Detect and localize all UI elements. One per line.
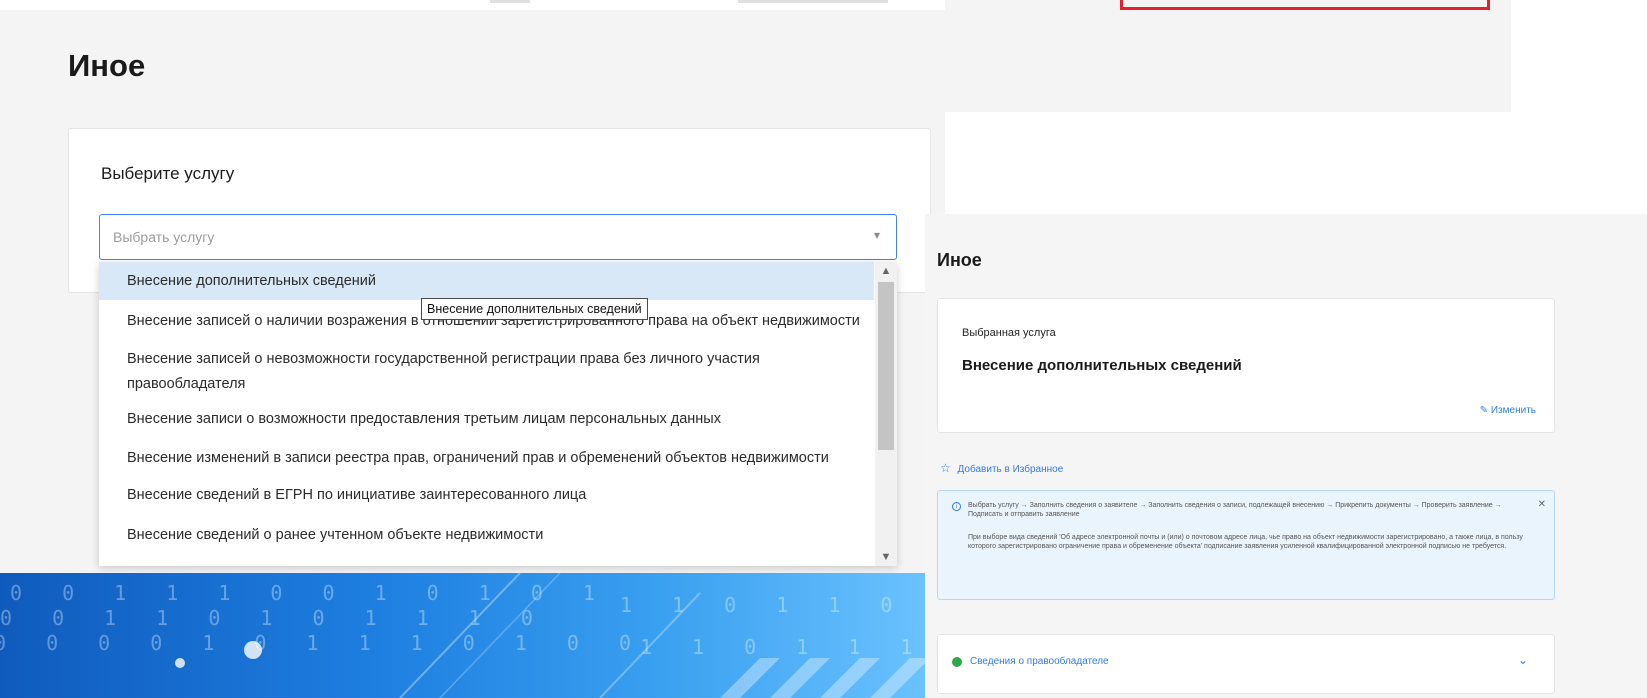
check-circle-icon (952, 657, 962, 667)
card-label: Выберите услугу (101, 164, 235, 183)
star-icon: ☆ (940, 461, 951, 475)
accordion-label: Сведения о правообладателе (970, 656, 1109, 667)
right-screenshot: Иное Выбранная услуга Внесение дополните… (925, 214, 1647, 698)
highlight-frame (1120, 0, 1490, 10)
service-select[interactable]: Выбрать услугу ▾ (99, 214, 897, 260)
banner-lines (399, 573, 930, 698)
dropdown-option[interactable]: Внесение изменений в записи реестра прав… (99, 446, 874, 471)
dropdown-option[interactable]: Внесение сведений в ЕГРН по инициативе з… (99, 483, 874, 508)
decorative-banner: 0 0 1 1 1 0 0 1 0 1 0 1 0 0 1 1 0 1 0 1 … (0, 573, 945, 698)
top-bar (0, 0, 945, 10)
dropdown-option[interactable]: Внесение сведений о ранее учтенном объек… (99, 523, 874, 548)
selected-service-value: Внесение дополнительных сведений (962, 357, 1242, 374)
selected-service-card: Выбранная услуга Внесение дополнительных… (937, 298, 1555, 433)
dropdown-option[interactable]: Внесение записей о невозможности государ… (99, 347, 799, 397)
chevron-down-icon[interactable]: ▾ (874, 228, 880, 242)
top-bar-segment (490, 0, 530, 3)
option-tooltip: Внесение дополнительных сведений (421, 298, 648, 320)
background-panel (945, 0, 1511, 112)
chevron-down-icon[interactable]: ⌄ (1518, 653, 1528, 667)
change-button[interactable]: ✎ Изменить (1480, 405, 1536, 416)
dropdown-option[interactable]: Внесение дополнительных сведений (99, 262, 874, 300)
page-title: Иное (68, 48, 146, 83)
selected-service-label: Выбранная услуга (962, 327, 1056, 339)
add-favorite-label: Добавить в Избранное (957, 464, 1064, 475)
info-note: При выборе вида сведений 'Об адресе элек… (968, 534, 1523, 550)
info-alert: i Выбрать услугу → Заполнить сведения о … (937, 490, 1555, 600)
pencil-icon: ✎ (1479, 405, 1489, 416)
add-favorite-link[interactable]: ☆ Добавить в Избранное (940, 461, 1063, 475)
dropdown-option[interactable]: Внесение записи о возможности предоставл… (99, 407, 874, 432)
select-placeholder: Выбрать услугу (113, 229, 215, 245)
left-screenshot: Иное Выберите услугу Выбрать услугу ▾ Вн… (0, 0, 945, 698)
change-button-label: Изменить (1490, 405, 1536, 416)
info-icon: i (952, 502, 961, 511)
top-bar-segment (738, 0, 888, 3)
owner-info-accordion[interactable]: Сведения о правообладателе ⌄ (937, 634, 1555, 694)
scroll-up-icon[interactable]: ▲ (879, 264, 893, 278)
page-title: Иное (937, 250, 982, 270)
dropdown-scrollbar[interactable]: ▲ ▼ (875, 262, 897, 566)
scrollbar-thumb[interactable] (878, 282, 894, 450)
close-icon[interactable]: ✕ (1538, 499, 1546, 510)
info-steps: Выбрать услугу → Заполнить сведения о за… (968, 502, 1502, 518)
scroll-down-icon[interactable]: ▼ (879, 550, 893, 564)
